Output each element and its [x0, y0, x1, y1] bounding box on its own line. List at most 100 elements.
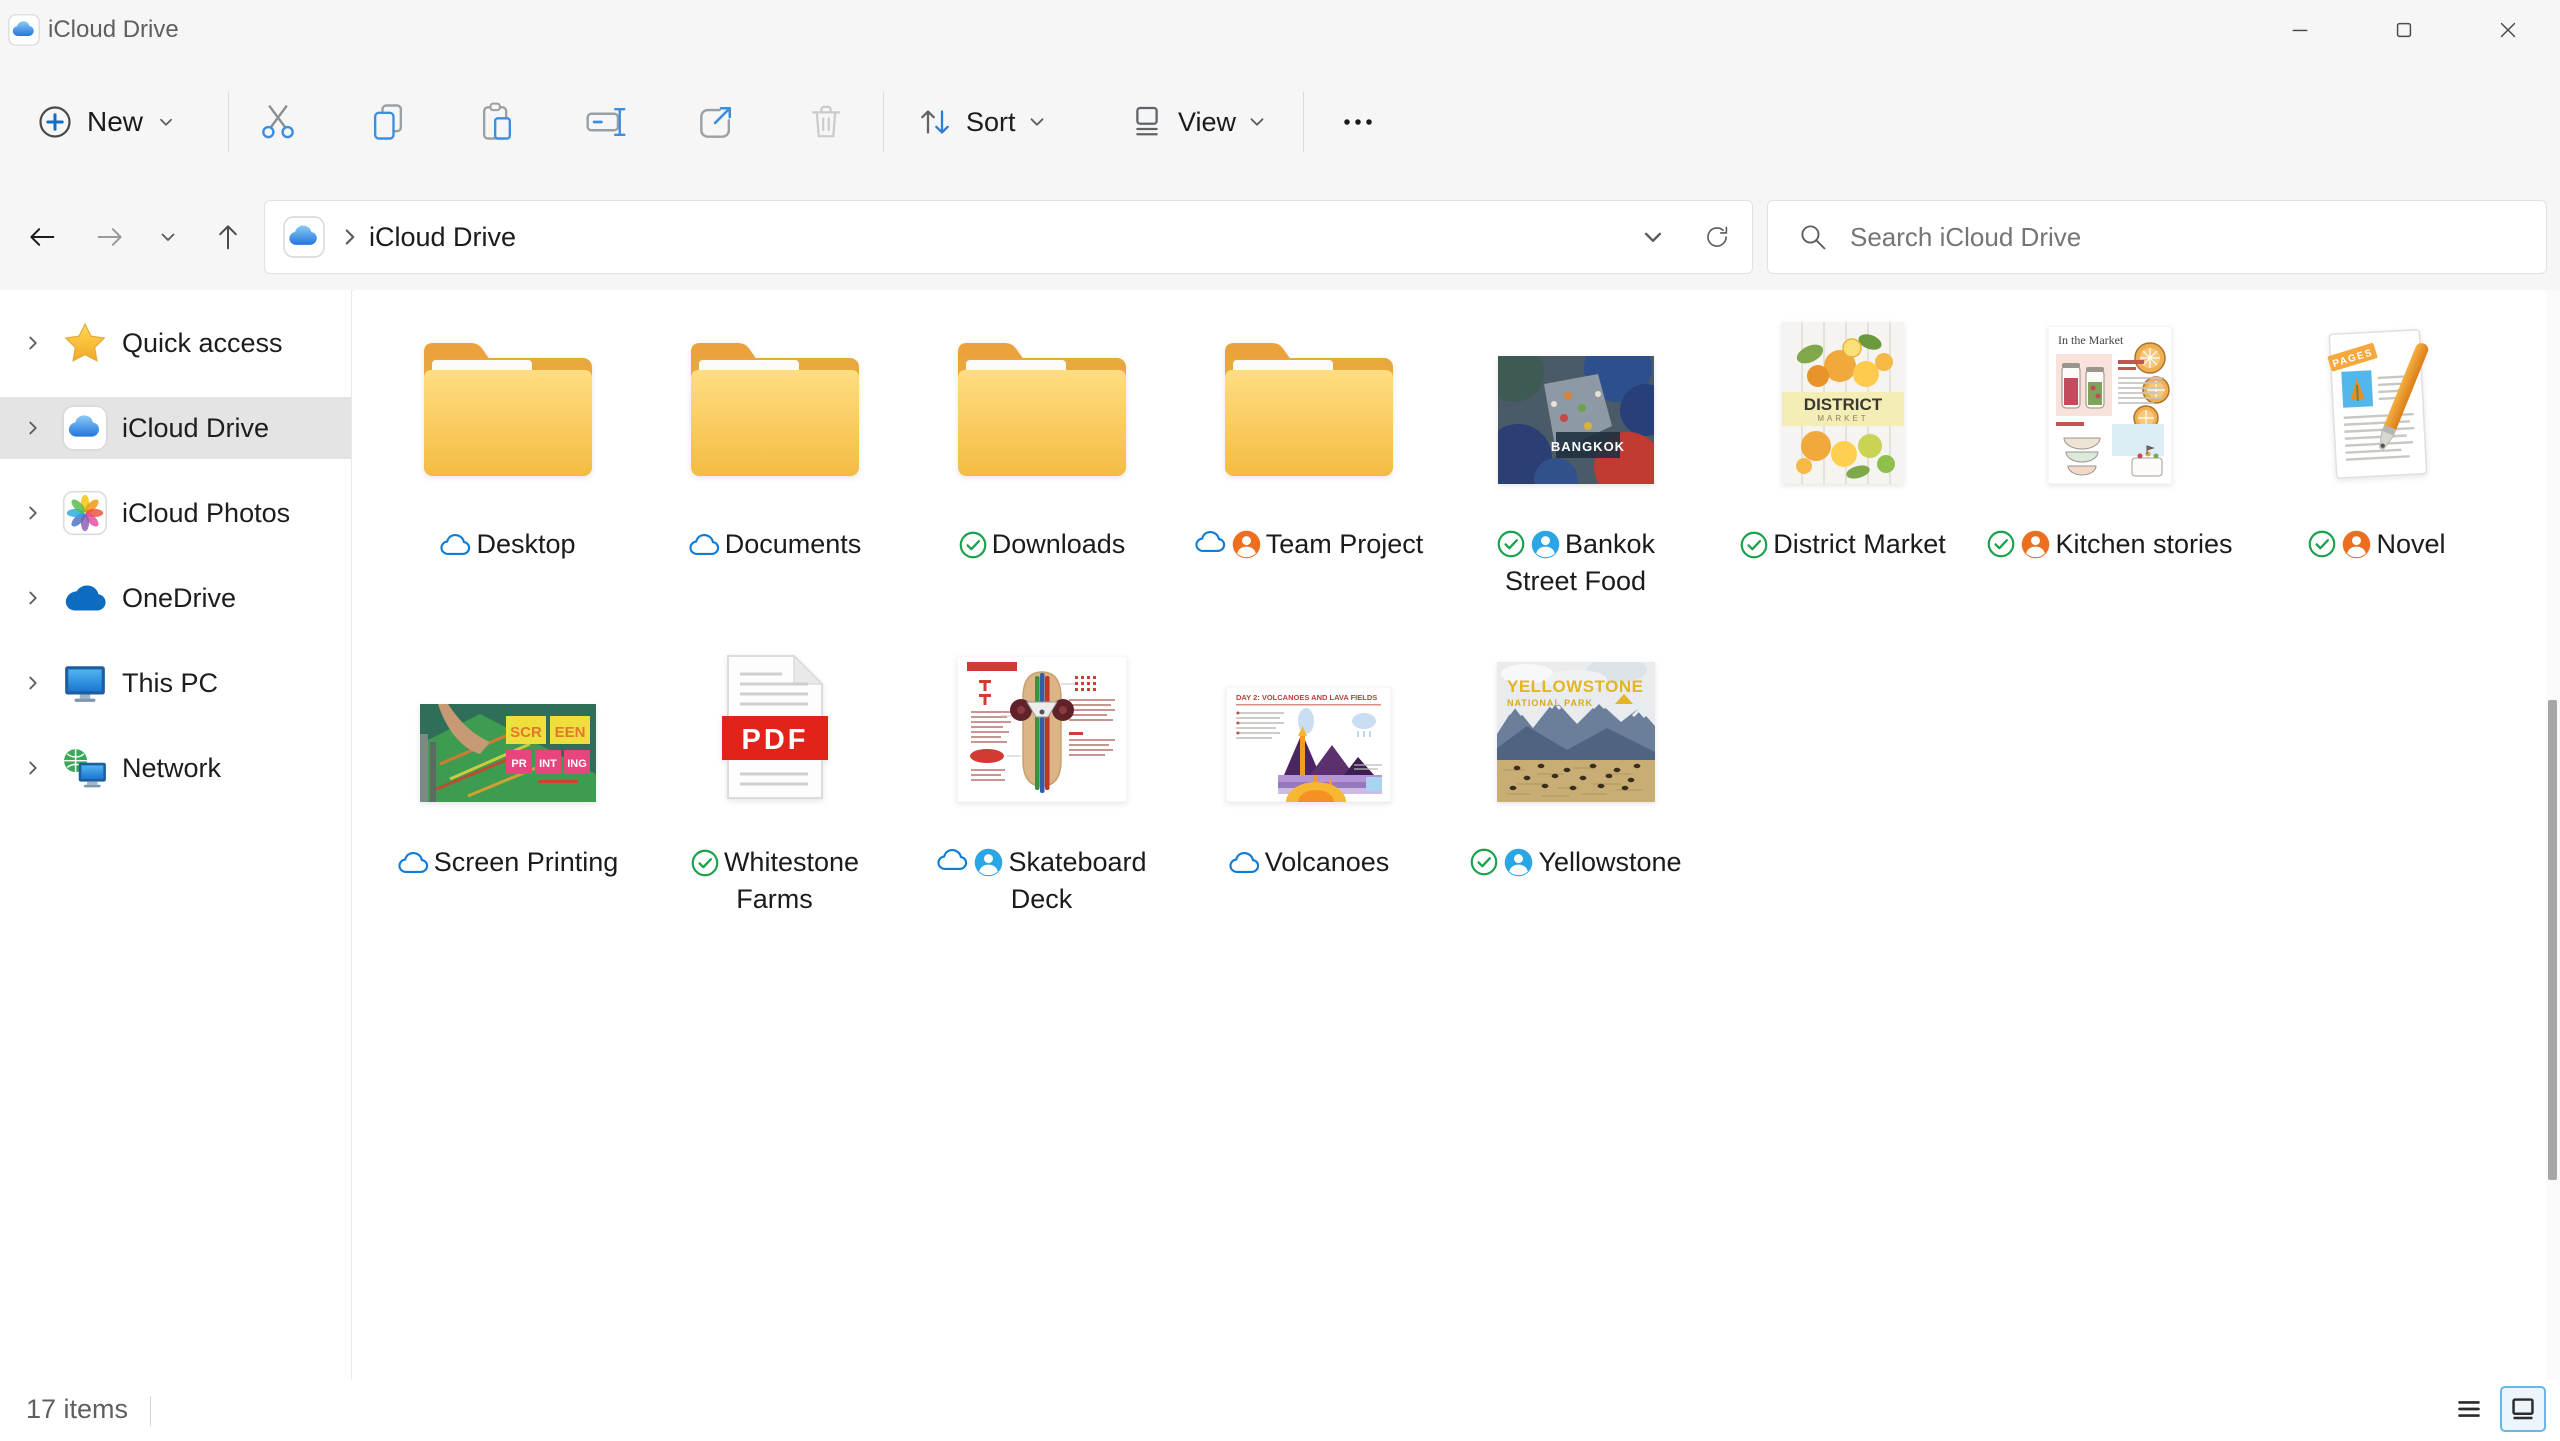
search-box[interactable]: [1767, 200, 2547, 274]
up-button[interactable]: [202, 211, 254, 263]
file-name: Screen Printing: [434, 844, 619, 881]
view-label: View: [1178, 107, 1236, 138]
synced-check-status-icon: [1986, 529, 2016, 560]
view-button[interactable]: View: [1112, 84, 1282, 160]
file-name: Whitestone: [724, 844, 859, 881]
file-tile-downloads[interactable]: Downloads: [908, 316, 1175, 630]
file-tile-documents[interactable]: Documents: [641, 316, 908, 630]
kitchen-stories-thumbnail: In the Market: [2048, 326, 2172, 484]
toolbar-divider: [228, 92, 229, 152]
sidebar-item-network[interactable]: Network: [0, 737, 351, 799]
file-tile-volcanoes[interactable]: DAY 2: VOLCANOES AND LAVA FIELDS Volcano…: [1175, 634, 1442, 948]
file-tile-screen-printing[interactable]: SCR EEN PR INT ING Screen Printing: [374, 634, 641, 948]
pdf-file-icon: PDF: [712, 652, 838, 802]
breadcrumb-chevron-icon[interactable]: [337, 224, 363, 250]
synced-check-status-icon: [958, 530, 988, 560]
folder-icon: [641, 316, 908, 484]
icloud-photos-icon: [62, 490, 108, 536]
title-bar: iCloud Drive: [0, 0, 2560, 60]
file-tile-kitchen-stories[interactable]: In the Market Kitchen stories: [1976, 316, 2243, 630]
file-thumbnail: In the Market: [1976, 316, 2243, 484]
file-name: Novel: [2376, 526, 2445, 563]
file-tile-district-market[interactable]: DISTRICT MARKET District Market: [1709, 316, 1976, 630]
address-dropdown-button[interactable]: [1630, 214, 1676, 260]
file-tile-desktop[interactable]: Desktop: [374, 316, 641, 630]
sort-arrows-icon: [914, 101, 956, 143]
file-tile-yellowstone[interactable]: YELLOWSTONE NATIONAL PARK Yellowstone: [1442, 634, 1709, 948]
toolbar-divider: [1303, 92, 1304, 152]
command-bar: New Sort View: [0, 60, 2560, 186]
address-bar[interactable]: iCloud Drive: [264, 200, 1753, 274]
chevron-right-icon[interactable]: [16, 587, 50, 609]
share-button[interactable]: [684, 90, 748, 154]
cut-button[interactable]: [246, 90, 310, 154]
file-thumbnail: PAGES: [2243, 316, 2510, 484]
svg-text:EEN: EEN: [554, 724, 585, 741]
file-tile-bankok-street-food[interactable]: BANGKOK Bankok Street Food: [1442, 316, 1709, 630]
file-name: Bankok: [1565, 526, 1655, 563]
sidebar-item-this-pc[interactable]: This PC: [0, 652, 351, 714]
maximize-button[interactable]: [2352, 0, 2456, 60]
paste-button[interactable]: [465, 90, 529, 154]
chevron-right-icon[interactable]: [16, 502, 50, 524]
rename-button[interactable]: [574, 90, 638, 154]
folder-icon: [1175, 316, 1442, 484]
shared-person-icon: [2020, 529, 2051, 560]
chevron-right-icon[interactable]: [16, 332, 50, 354]
sort-button[interactable]: Sort: [900, 84, 1062, 160]
icloud-sync-status-icon: [1194, 529, 1227, 560]
copy-button[interactable]: [356, 90, 420, 154]
chevron-right-icon[interactable]: [16, 757, 50, 779]
file-thumbnail: DISTRICT MARKET: [1709, 316, 1976, 484]
file-name: Documents: [725, 526, 862, 563]
file-name: Yellowstone: [1538, 844, 1681, 881]
file-list: Desktop Documents Downloads Team Pr: [353, 290, 2546, 1380]
svg-text:In the Market: In the Market: [2058, 333, 2124, 347]
sidebar-item-quick-access[interactable]: Quick access: [0, 312, 351, 374]
bankok-photo-thumbnail: BANGKOK: [1498, 356, 1654, 484]
new-button-label: New: [87, 106, 143, 138]
file-tile-whitestone-farms[interactable]: PDF Whitestone Farms: [641, 634, 908, 948]
chevron-right-icon[interactable]: [16, 417, 50, 439]
plus-circle-icon: [35, 102, 75, 142]
synced-check-status-icon: [1739, 530, 1769, 560]
scrollbar-thumb[interactable]: [2548, 700, 2557, 1180]
icloud-sync-status-icon: [936, 847, 969, 878]
file-name: District Market: [1773, 526, 1946, 563]
details-view-button[interactable]: [2446, 1386, 2492, 1432]
view-layout-icon: [1126, 101, 1168, 143]
large-icons-view-button[interactable]: [2500, 1386, 2546, 1432]
status-divider: [150, 1396, 151, 1426]
file-tile-skateboard-deck[interactable]: Skateboard Deck: [908, 634, 1175, 948]
search-input[interactable]: [1848, 221, 2492, 254]
back-button[interactable]: [16, 211, 68, 263]
forward-button[interactable]: [84, 211, 136, 263]
more-options-button[interactable]: [1326, 90, 1390, 154]
refresh-button[interactable]: [1694, 214, 1740, 260]
sidebar-item-icloud-photos[interactable]: iCloud Photos: [0, 482, 351, 544]
chevron-right-icon[interactable]: [16, 672, 50, 694]
file-name: Team Project: [1266, 526, 1424, 563]
sidebar-item-icloud-drive[interactable]: iCloud Drive: [0, 397, 351, 459]
folder-icon: [948, 332, 1136, 484]
sidebar-item-onedrive[interactable]: OneDrive: [0, 567, 351, 629]
pages-document-icon: PAGES: [2317, 324, 2437, 484]
breadcrumb[interactable]: iCloud Drive: [369, 222, 516, 253]
recent-locations-button[interactable]: [142, 211, 194, 263]
file-tile-novel[interactable]: PAGES Novel: [2243, 316, 2510, 630]
svg-text:YELLOWSTONE: YELLOWSTONE: [1507, 677, 1643, 696]
caption-buttons: [2248, 0, 2560, 60]
new-button[interactable]: New: [24, 84, 188, 160]
volcanoes-infographic-thumbnail: DAY 2: VOLCANOES AND LAVA FIELDS: [1226, 687, 1391, 802]
delete-button[interactable]: [794, 90, 858, 154]
close-button[interactable]: [2456, 0, 2560, 60]
file-tile-team-project[interactable]: Team Project: [1175, 316, 1442, 630]
screen-printing-photo-thumbnail: SCR EEN PR INT ING: [420, 704, 596, 802]
navigation-pane: Quick access iCloud Drive iCloud Photos …: [0, 290, 352, 1380]
status-bar: 17 items: [0, 1380, 2560, 1441]
vertical-scrollbar[interactable]: [2546, 290, 2560, 1380]
minimize-button[interactable]: [2248, 0, 2352, 60]
file-name: Downloads: [992, 526, 1126, 563]
svg-text:PR: PR: [511, 758, 526, 770]
star-icon: [62, 320, 108, 366]
